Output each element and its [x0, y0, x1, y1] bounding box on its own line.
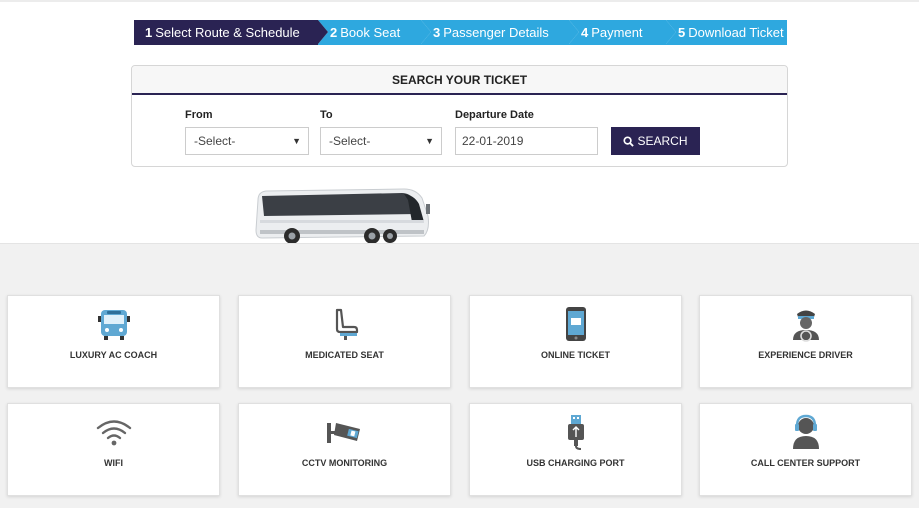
step-arrow	[569, 20, 579, 44]
feature-card-wifi: WIFI	[7, 403, 220, 496]
wifi-icon	[96, 420, 131, 446]
feature-card-luxury-ac-coach: LUXURY AC COACH	[7, 295, 220, 388]
search-panel: SEARCH YOUR TICKET From -Select- ▼ To -S…	[131, 65, 788, 167]
to-select-value: -Select-	[329, 134, 371, 148]
mobile-ticket-icon	[565, 307, 586, 341]
step-arrow	[666, 20, 676, 44]
step-number: 1	[145, 25, 153, 40]
step-number: 4	[581, 25, 589, 40]
step-label: Book Seat	[340, 25, 401, 40]
departure-date-label: Departure Date	[455, 109, 534, 121]
feature-card-experience-driver: EXPERIENCE DRIVER	[699, 295, 912, 388]
headset-icon	[792, 414, 819, 449]
from-label: From	[185, 109, 213, 121]
usb-icon	[567, 415, 584, 450]
feature-card-medicated-seat: MEDICATED SEAT	[238, 295, 451, 388]
step-payment[interactable]: 4 Payment	[569, 20, 676, 45]
feature-card-call-center-support: CALL CENTER SUPPORT	[699, 403, 912, 496]
driver-icon	[792, 310, 819, 342]
feature-card-usb-charging-port: USB CHARGING PORT	[469, 403, 682, 496]
step-arrow	[421, 20, 431, 44]
feature-label: ONLINE TICKET	[541, 350, 610, 360]
feature-card-cctv-monitoring: CCTV MONITORING	[238, 403, 451, 496]
feature-label: USB CHARGING PORT	[526, 458, 625, 468]
top-divider	[0, 0, 919, 2]
feature-label: WIFI	[104, 458, 123, 468]
search-button[interactable]: SEARCH	[611, 127, 700, 155]
feature-label: MEDICATED SEAT	[305, 350, 384, 360]
step-download-ticket[interactable]: 5 Download Ticket	[666, 20, 787, 45]
to-label: To	[320, 109, 333, 121]
to-select[interactable]: -Select- ▼	[320, 127, 442, 155]
feature-label: CCTV MONITORING	[301, 458, 388, 468]
step-label: Select Route & Schedule	[155, 25, 300, 40]
feature-label: CALL CENTER SUPPORT	[750, 458, 861, 468]
bus-illustration	[255, 188, 430, 244]
search-panel-title: SEARCH YOUR TICKET	[132, 66, 787, 95]
departure-date-input[interactable]: 22-01-2019	[455, 127, 598, 155]
step-label: Payment	[591, 25, 643, 40]
step-select-route[interactable]: 1 Select Route & Schedule	[134, 20, 328, 45]
seat-icon	[335, 308, 358, 340]
cctv-icon	[326, 423, 360, 443]
step-number: 3	[433, 25, 441, 40]
step-number: 2	[330, 25, 338, 40]
step-label: Download Ticket	[688, 25, 784, 40]
step-book-seat[interactable]: 2 Book Seat	[318, 20, 431, 45]
step-number: 5	[678, 25, 686, 40]
from-select[interactable]: -Select- ▼	[185, 127, 309, 155]
feature-label: LUXURY AC COACH	[69, 350, 158, 360]
feature-label: EXPERIENCE DRIVER	[758, 350, 853, 360]
caret-down-icon: ▼	[292, 136, 301, 146]
booking-steps: 1 Select Route & Schedule 2 Book Seat 3 Pas…	[134, 20, 787, 45]
feature-card-online-ticket: ONLINE TICKET	[469, 295, 682, 388]
step-arrow	[318, 20, 328, 44]
step-label: Passenger Details	[443, 25, 549, 40]
from-select-value: -Select-	[194, 134, 236, 148]
bus-icon	[97, 310, 130, 340]
step-passenger-details[interactable]: 3 Passenger Details	[421, 20, 579, 45]
search-icon	[623, 136, 635, 147]
search-button-label: SEARCH	[637, 134, 688, 148]
caret-down-icon: ▼	[425, 136, 434, 146]
